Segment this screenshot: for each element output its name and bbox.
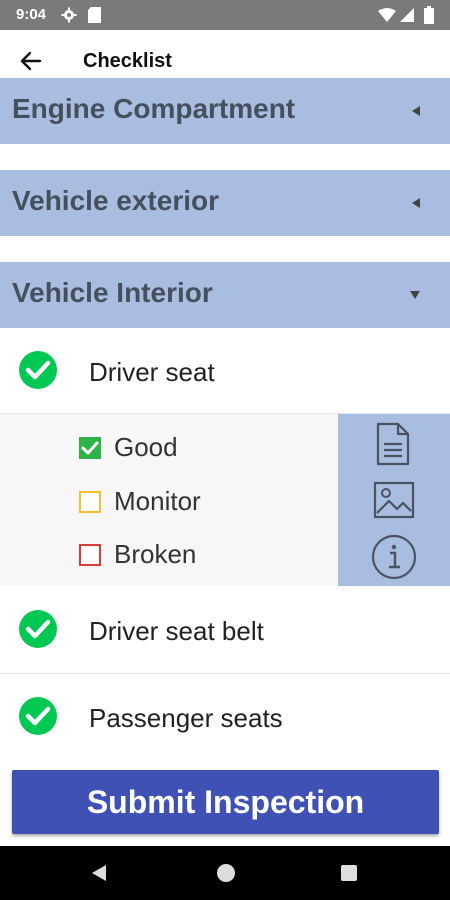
expand-arrow-icon — [410, 291, 420, 299]
checkbox-checked-icon[interactable] — [79, 437, 101, 459]
section-engine-compartment[interactable]: Engine Compartment — [0, 78, 450, 144]
condition-options: Good Monitor Broken — [0, 414, 338, 586]
section-label: Engine Compartment — [12, 93, 296, 124]
item-label: Driver seat belt — [89, 616, 264, 646]
option-label: Broken — [114, 539, 197, 569]
section-vehicle-exterior[interactable]: Vehicle exterior — [0, 170, 450, 236]
submit-inspection-button[interactable]: Submit Inspection — [12, 770, 439, 834]
check-circle-icon — [19, 351, 57, 389]
section-label: Vehicle Interior — [12, 277, 213, 308]
option-label: Monitor — [114, 486, 201, 516]
section-label: Vehicle exterior — [12, 185, 220, 216]
collapse-arrow-icon — [412, 106, 420, 116]
info-icon[interactable] — [371, 534, 417, 580]
checklist-item-driver-seat-belt[interactable]: Driver seat belt — [0, 587, 450, 673]
status-time: 9:04 — [16, 6, 47, 23]
checklist-item-driver-seat[interactable]: Driver seat — [0, 328, 450, 414]
page-title: Checklist — [83, 50, 172, 72]
checkbox-unchecked-icon[interactable] — [79, 544, 101, 566]
status-bar: 9:04 — [0, 0, 450, 30]
collapse-arrow-icon — [412, 198, 420, 208]
battery-icon — [424, 6, 434, 24]
item-label: Driver seat — [89, 357, 215, 387]
image-icon[interactable] — [373, 481, 415, 519]
option-label: Good — [114, 432, 178, 462]
check-circle-icon — [19, 697, 57, 735]
item-tools-panel — [338, 414, 450, 586]
section-vehicle-interior[interactable]: Vehicle Interior — [0, 262, 450, 328]
settings-gear-icon — [61, 7, 77, 23]
signal-icon — [400, 8, 414, 22]
system-nav-bar — [0, 846, 450, 900]
home-circle-icon[interactable] — [216, 863, 236, 883]
arrow-back-icon[interactable] — [18, 48, 44, 74]
check-circle-icon — [19, 610, 57, 648]
recents-square-icon[interactable] — [340, 864, 358, 882]
sd-card-icon — [88, 7, 101, 23]
wifi-icon — [378, 8, 396, 22]
document-icon[interactable] — [375, 422, 411, 466]
item-label: Passenger seats — [89, 703, 283, 733]
back-triangle-icon[interactable] — [90, 864, 108, 882]
checkbox-unchecked-icon[interactable] — [79, 491, 101, 513]
checklist-item-passenger-seats[interactable]: Passenger seats — [0, 674, 450, 760]
